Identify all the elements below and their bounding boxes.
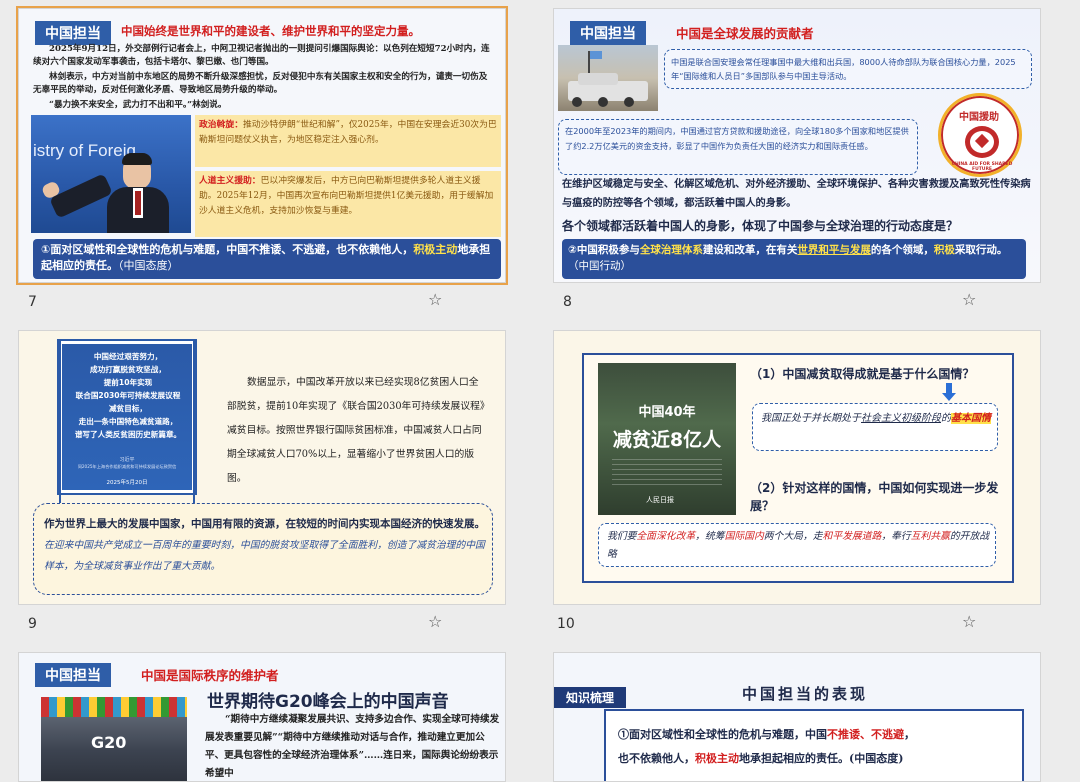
raised-hand [49, 173, 113, 219]
section-label: 知识梳理 [554, 687, 627, 708]
banner-line: 谱写了人类反贫困历史新篇章。 [74, 430, 182, 439]
list-item: ①面对区域性和全球性的危机与难题，中国不推诿、不逃避， 也不依赖他人，积极主动地… [618, 728, 915, 765]
favorite-star-icon[interactable]: ☆ [962, 612, 976, 631]
slide-number: 10 [557, 616, 575, 632]
favorite-star-icon[interactable]: ☆ [428, 290, 442, 309]
slide-thumbnail-12[interactable]: 知识梳理 中国担当的表现 ①面对区域性和全球性的危机与难题，中国不推诿、不逃避，… [553, 652, 1041, 782]
slide-quote: “暴力换不来安全，武力打不出和平。”林剑说。 [49, 100, 227, 110]
peacekeeper-photo [558, 45, 658, 111]
banner-line: 成功打赢脱贫攻坚战， [90, 365, 166, 374]
political-mediation-box: 政治斡旋：推动沙特伊朗“世纪和解”，仅2025年，中国在安理会近30次为巴勒斯坦… [195, 115, 501, 167]
slide-title: 中国是国际秩序的维护者 [141, 668, 279, 683]
g20-summit-photo: G20 [41, 697, 187, 781]
slide-thumbnail-11[interactable]: 中国担当 中国是国际秩序的维护者 G20 世界期待G20峰会上的中国声音 “期待… [18, 652, 506, 782]
quote-banner: 中国经过艰苦努力， 成功打赢脱贫攻坚战， 提前10年实现联合国2030年可持续发展议… [59, 341, 195, 493]
slide-paragraph: “期待中方继续凝聚发展共识、支持多边合作、实现全球可持续发展发表重要见解”“期待… [205, 714, 500, 779]
summary-box: 作为世界上最大的发展中国家，中国用有限的资源，在较短的时间内实现本国经济的快速发… [33, 503, 493, 595]
slide-thumbnail-7[interactable]: 中国担当 中国始终是世界和平的建设者、维护世界和平的坚定力量。 2025年9月1… [16, 6, 508, 285]
spokesperson-figure [107, 153, 169, 233]
banner-line: 中国经过艰苦努力， [93, 352, 163, 361]
humanitarian-aid-box: 人道主义援助：巴以冲突爆发后，中方已向巴勒斯坦提供多轮人道主义援助。2025年1… [195, 171, 501, 237]
slide-number: 8 [563, 294, 572, 310]
slide-thumbnail-9[interactable]: 中国经过艰苦努力， 成功打赢脱贫攻坚战， 提前10年实现联合国2030年可持续发展议… [18, 330, 506, 605]
slide-title: 中国始终是世界和平的建设者、维护世界和平的坚定力量。 [121, 24, 420, 38]
slide-title: 中国是全球发展的贡献者 [676, 26, 814, 41]
conclusion-bar: ①面对区域性和全球性的危机与难题，中国不推诿、不逃避，也不依赖他人，积极主动地承… [33, 239, 501, 279]
slide-number: 9 [28, 616, 37, 632]
favorite-star-icon[interactable]: ☆ [428, 612, 442, 631]
slide-tag: 中国担当 [35, 21, 111, 45]
slide-tag: 中国担当 [570, 21, 646, 45]
slide-paragraph: 2025年9月12日，外交部例行记者会上，中阿卫视记者抛出的一则提问引爆国际舆论… [33, 44, 490, 67]
favorite-star-icon[interactable]: ☆ [962, 290, 976, 309]
press-conference-photo: istry of Foreig [31, 115, 191, 233]
banner-line: 联合国2030年可持续发展议程 [75, 391, 181, 400]
question-1: （1）中国减贫取得成就是基于什么国情？ [750, 367, 975, 381]
slide-thumbnail-8[interactable]: 中国担当 中国是全球发展的贡献者 中国是联合国安理会常任理事国中最大维和出兵国，… [553, 8, 1041, 283]
slide-heading: 世界期待G20峰会上的中国声音 [207, 692, 449, 712]
poverty-reduction-poster: 中国40年 减贫近8亿人 人民日报 [598, 363, 736, 515]
slide-title: 中国担当的表现 [742, 685, 869, 703]
slide-question: 各个领域都活跃着中国人的身影，体现了中国参与全球治理的行动态度是？ [562, 219, 959, 233]
slide-paragraph: 数据显示，中国改革开放以来已经实现8亿贫困人口全部脱贫，提前10年实现了《联合国… [227, 377, 485, 484]
peacekeeping-info-box: 中国是联合国安理会常任理事国中最大维和出兵国，8000人待命部队为联合国核心力量… [664, 49, 1032, 89]
answer-2-box: 我们要全面深化改革，统筹国际国内两个大局，走和平发展道路，奉行互利共赢的开放战略 [598, 523, 996, 567]
question-2: （2）针对这样的国情，中国如何实现进一步发展？ [750, 481, 999, 513]
banner-line: 减贫目标， [109, 404, 147, 413]
slide-tag: 中国担当 [35, 663, 111, 687]
slide-paragraph: 在维护区域稳定与安全、化解区域危机、对外经济援助、全球环境保护、各种灾害救援及高… [562, 178, 1031, 209]
financial-aid-info-box: 在2000年至2023年的期间内，中国通过官方贷款和援助途径，向全球180多个国… [558, 119, 918, 175]
slide-thumbnail-10[interactable]: 中国40年 减贫近8亿人 人民日报 （1）中国减贫取得成就是基于什么国情？ 我国… [553, 330, 1041, 605]
banner-line: 提前10年实现 [103, 378, 153, 387]
answer-1-box: 我国正处于并长期处于社会主义初级阶段的基本国情 [752, 403, 998, 451]
slide-paragraph: 林剑表示，中方对当前中东地区的局势不断升级深感担忧，反对侵犯中东有关国家主权和安… [33, 72, 488, 95]
conclusion-bar: ②中国积极参与全球治理体系建设和改革，在有关世界和平与发展的各个领域，积极采取行… [562, 239, 1026, 279]
china-aid-logo: 中国援助 CHINA AID FOR SHARED FUTURE [938, 93, 1022, 177]
banner-line: 走出一条中国特色减贫道路， [78, 417, 178, 426]
slide-number: 7 [28, 294, 37, 310]
down-arrow-icon [942, 383, 956, 401]
